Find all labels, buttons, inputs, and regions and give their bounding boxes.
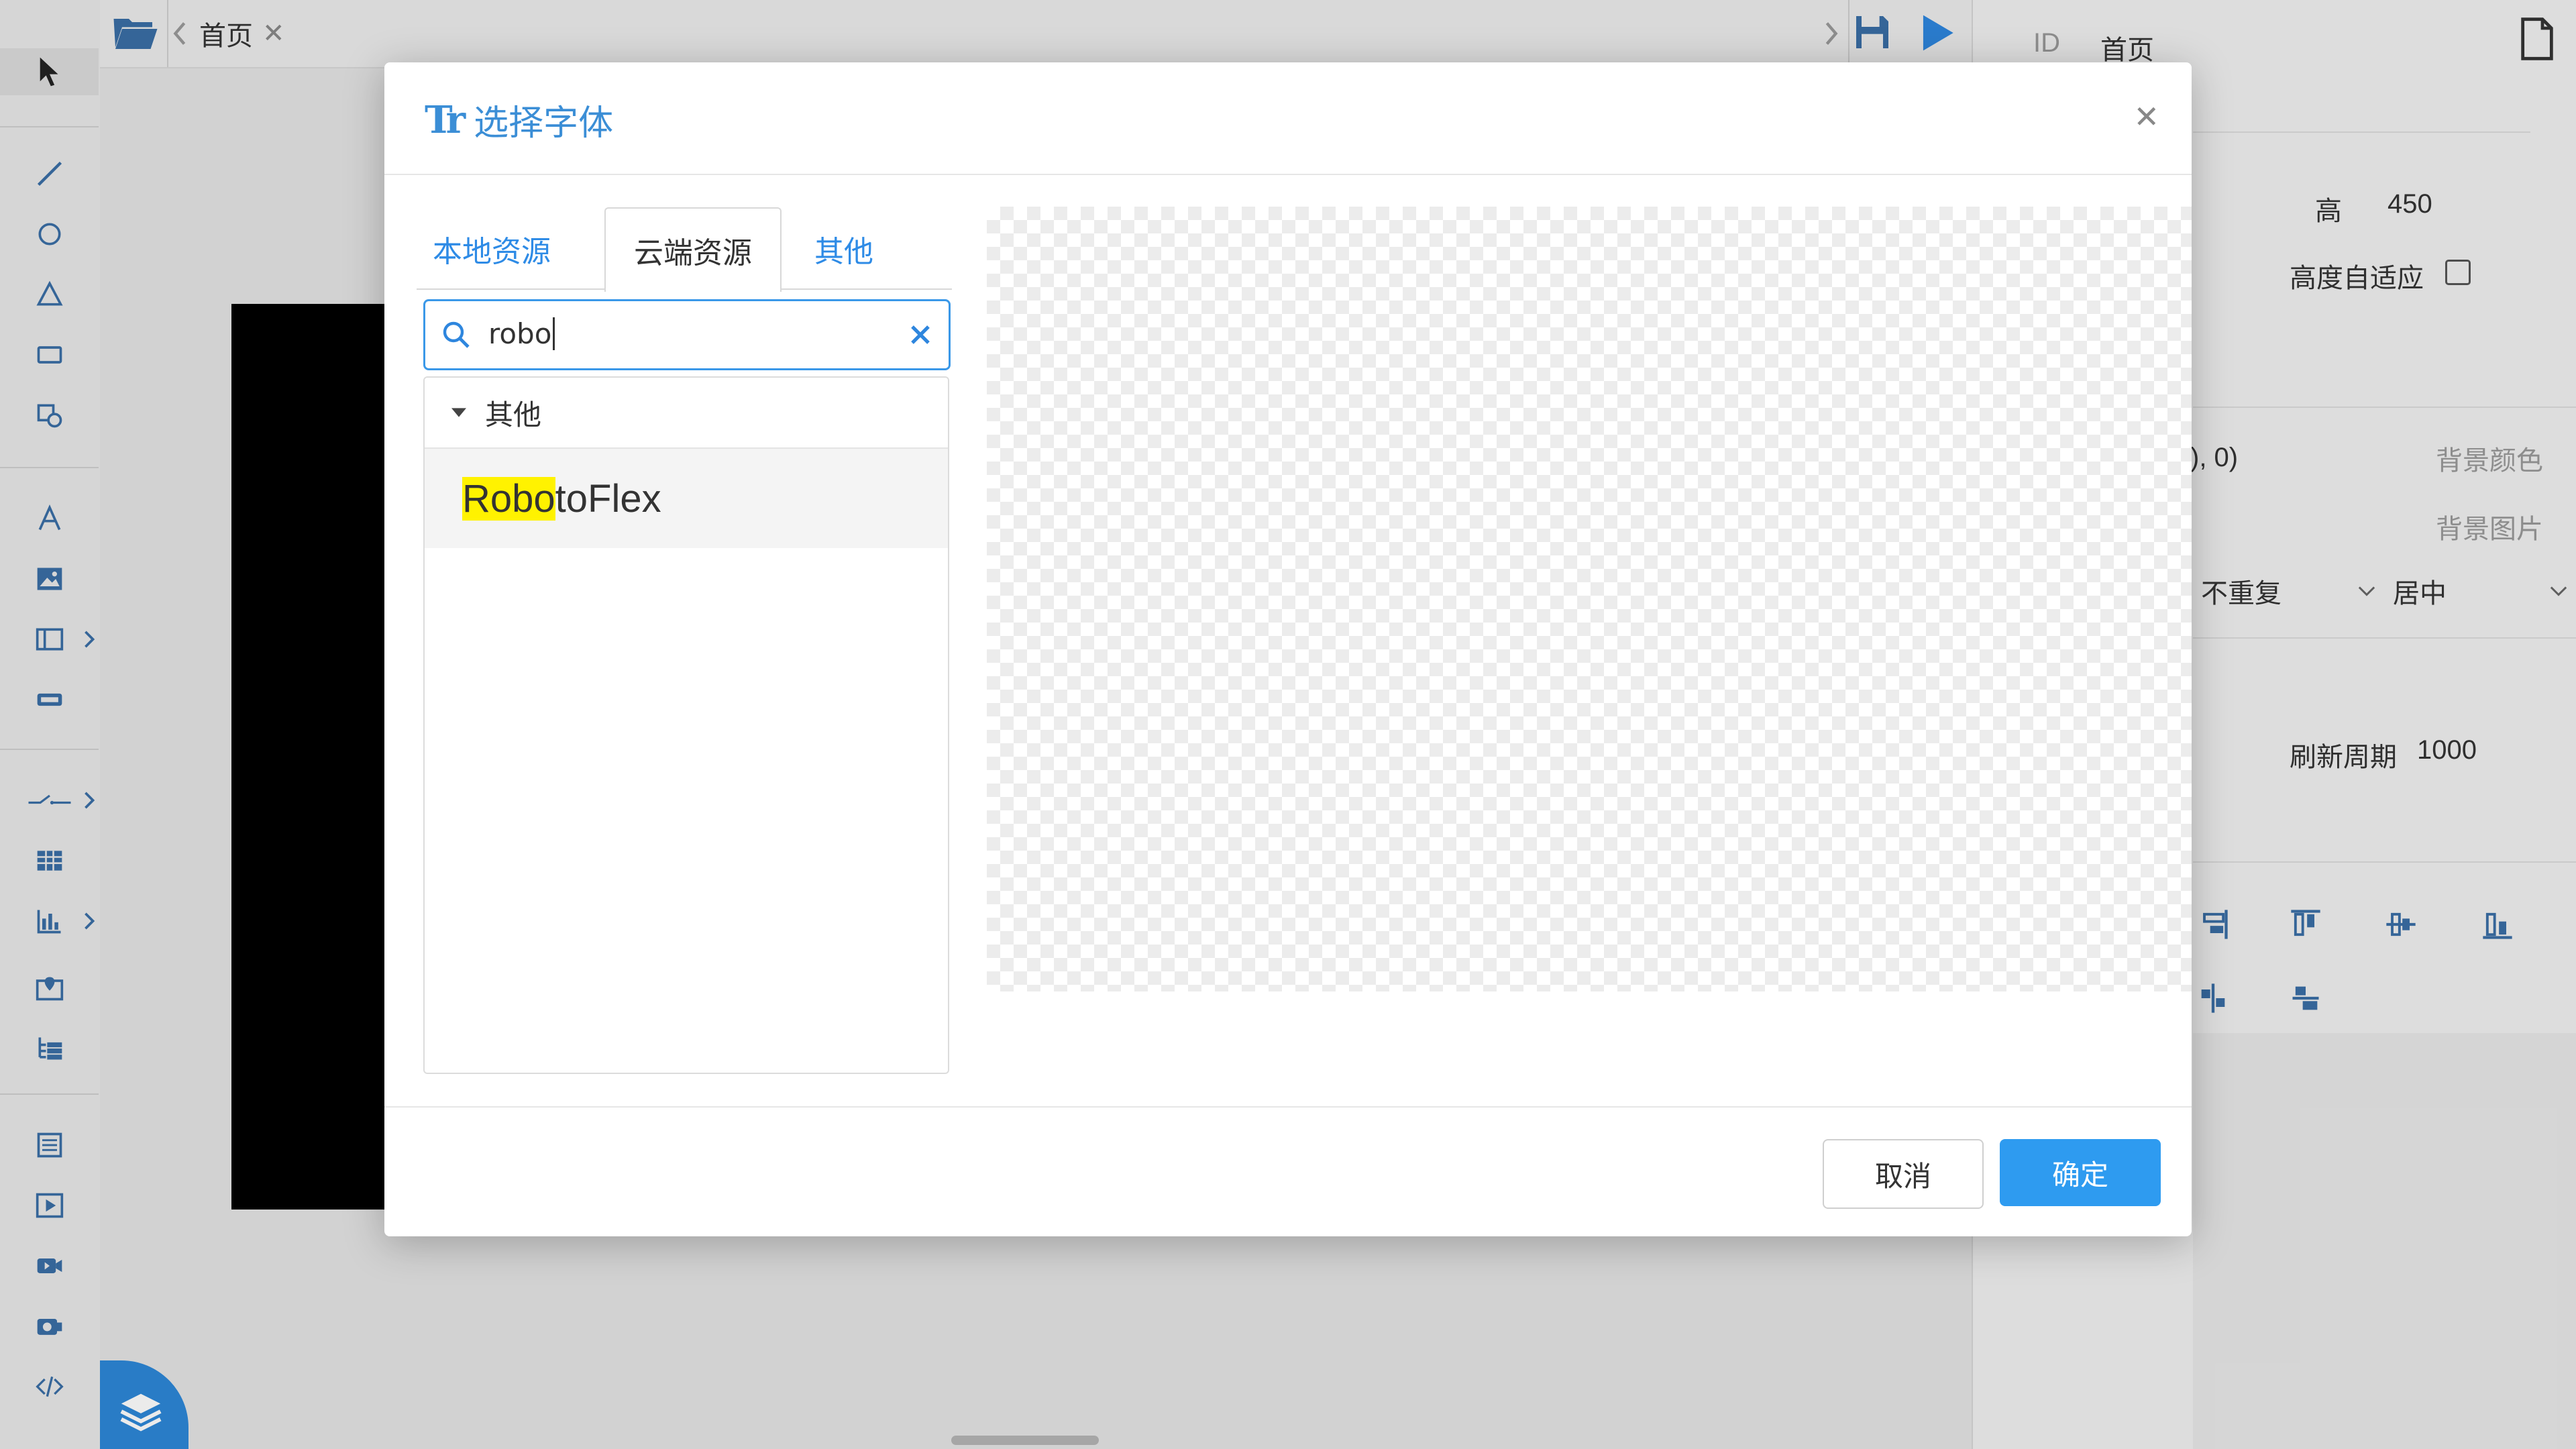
font-search-field[interactable]: robo <box>423 299 951 370</box>
cancel-button[interactable]: 取消 <box>1823 1139 1984 1209</box>
font-result-list: 其他 RobotoFlex <box>423 376 949 1074</box>
tab-label: 其他 <box>814 235 873 269</box>
tab-other[interactable]: 其他 <box>794 207 894 290</box>
clear-icon[interactable] <box>910 324 931 345</box>
tab-local-resources[interactable]: 本地资源 <box>411 207 572 290</box>
dialog-title-text: 选择字体 <box>474 103 614 144</box>
tab-label: 云端资源 <box>634 236 752 270</box>
dialog-title: Tr 选择字体 <box>425 95 613 145</box>
font-result-name: RobotoFlex <box>462 476 661 521</box>
font-result-item[interactable]: RobotoFlex <box>425 449 948 548</box>
group-header[interactable]: 其他 <box>425 378 948 449</box>
search-input[interactable]: robo <box>488 317 555 350</box>
font-icon: Tr <box>425 97 466 142</box>
font-preview-area <box>987 207 2192 991</box>
search-icon <box>443 321 470 348</box>
cancel-label: 取消 <box>1874 1159 1931 1193</box>
close-icon[interactable]: ✕ <box>2133 99 2159 135</box>
tab-label: 本地资源 <box>433 235 551 269</box>
caret-down-icon <box>451 408 466 417</box>
confirm-button[interactable]: 确定 <box>2000 1139 2161 1206</box>
match-rest: toFlex <box>555 476 661 521</box>
match-highlight: Robo <box>462 476 555 521</box>
tab-cloud-resources[interactable]: 云端资源 <box>604 207 782 292</box>
font-picker-dialog: Tr 选择字体 ✕ 本地资源 云端资源 其他 robo 其他 RobotoFle… <box>384 62 2192 1236</box>
group-label: 其他 <box>485 398 542 431</box>
confirm-label: 确定 <box>2051 1158 2108 1191</box>
